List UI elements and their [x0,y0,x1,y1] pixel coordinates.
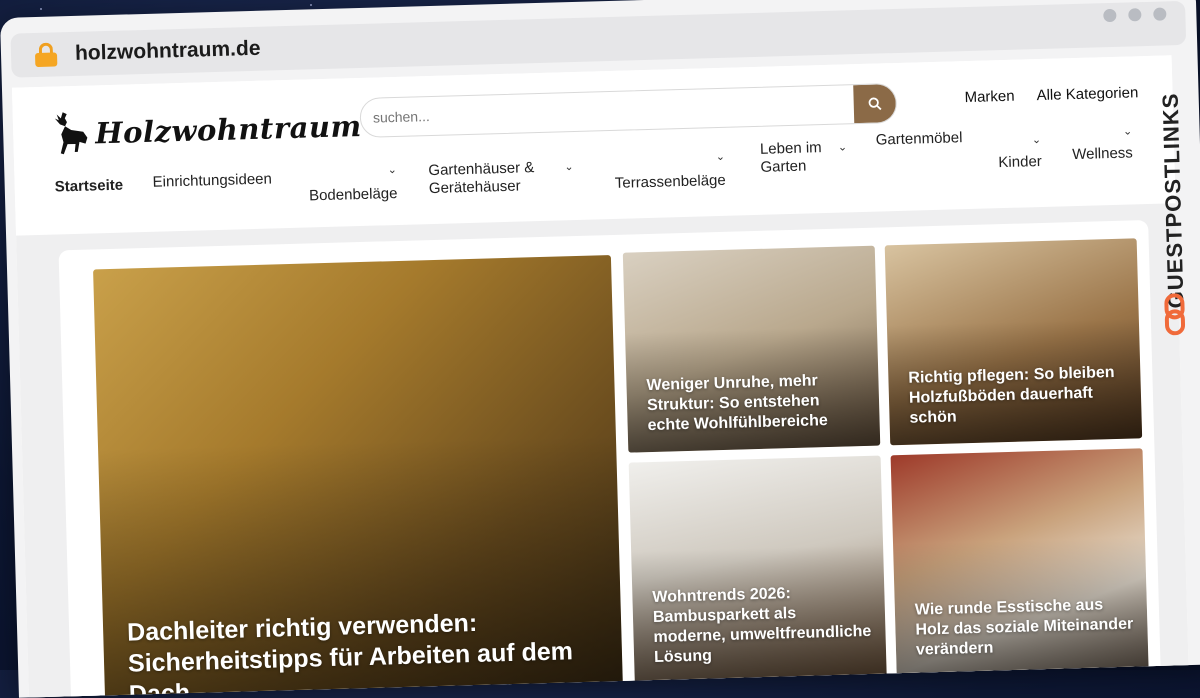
chevron-down-icon: ⌄ [837,141,848,154]
article-card[interactable]: Wie runde Esstische aus Holz das soziale… [890,448,1149,678]
nav-label: Einrichtungsideen [152,170,273,191]
article-card[interactable]: Wohntrends 2026: Bambusparkett als moder… [628,455,887,685]
chevron-down-icon: ⌄ [1031,133,1042,147]
article-card[interactable]: Richtig pflegen: So bleiben Holzfußböden… [884,238,1143,446]
search-bar [359,83,898,138]
nav-label: Leben im Garten [759,139,822,176]
star [310,4,312,6]
link-alle-kategorien[interactable]: Alle Kategorien [1036,84,1138,104]
nav-item-gartenhaeuser[interactable]: Gartenhäuser & Gerätehäuser ⌄ [428,158,589,198]
chevron-down-icon: ⌄ [564,161,574,174]
url-text: holzwohntraum.de [74,36,261,65]
browser-window: holzwohntraum.de Holzwohntraum suchen...… [0,0,1200,698]
article-title: Weniger Unruhe, mehr Struktur: So entste… [646,372,828,435]
web-page: Holzwohntraum Marken Alle Kategorien Sta… [11,55,1190,698]
article-title: Wie runde Esstische aus Holz das soziale… [914,596,1134,659]
nav-item-wellness[interactable]: ⌄ Wellness [1071,122,1133,164]
search-button[interactable] [853,84,897,124]
nav-label: Terrassenbeläge [614,171,726,192]
search-icon [868,97,882,111]
nav-label: Startseite [54,176,124,196]
window-dot[interactable] [1153,7,1167,21]
nav-item-leben-im-garten[interactable]: Leben im Garten ⌄ [760,138,853,177]
chevron-down-icon: ⌄ [387,163,397,177]
watermark: GUESTPOSTLINKS [1149,45,1197,346]
article-card[interactable]: Weniger Unruhe, mehr Struktur: So entste… [622,245,881,453]
lock-icon [34,42,58,68]
star [40,8,42,10]
featured-grid: Dachleiter richtig verwenden: Sicherheit… [58,220,1162,698]
top-links: Marken Alle Kategorien [964,84,1138,106]
article-title: Wohntrends 2026: Bambusparkett als moder… [652,585,872,666]
nav-item-startseite[interactable]: Startseite [55,177,124,197]
nav-item-terrassenbelaege[interactable]: ⌄ Terrassenbeläge [614,148,726,193]
window-dot[interactable] [1103,8,1117,23]
content-area: Dachleiter richtig verwenden: Sicherheit… [16,203,1190,698]
window-dot[interactable] [1128,8,1142,22]
site-logo[interactable]: Holzwohntraum [49,100,363,161]
nav-item-bodenbelaege[interactable]: ⌄ Bodenbeläge [308,161,398,205]
chevron-down-icon: ⌄ [1122,125,1133,138]
window-controls [1103,7,1167,23]
nav-label: Gartenhäuser & Gerätehäuser [428,159,535,198]
nav-item-kinder[interactable]: ⌄ Kinder [998,131,1042,172]
nav-label: Kinder [998,152,1043,172]
link-marken[interactable]: Marken [964,88,1014,106]
nav-item-gartenmoebel[interactable]: Gartenmöbel [876,129,963,149]
article-title: Richtig pflegen: So bleiben Holzfußböden… [908,364,1115,427]
link-chain-icon [1164,293,1186,336]
nav-label: Bodenbeläge [308,184,398,205]
nav-label: Gartenmöbel [875,129,963,149]
stag-icon [54,112,88,155]
search-input[interactable] [360,85,846,137]
watermark-text: GUESTPOSTLINKS [1157,92,1189,309]
chevron-down-icon: ⌄ [715,150,726,164]
article-title: Dachleiter richtig verwenden: Sicherheit… [126,608,574,698]
logo-text: Holzwohntraum [94,108,363,151]
nav-label: Wellness [1071,144,1134,164]
article-card-main[interactable]: Dachleiter richtig verwenden: Sicherheit… [93,255,624,698]
nav-item-einrichtungsideen[interactable]: Einrichtungsideen [152,170,272,191]
